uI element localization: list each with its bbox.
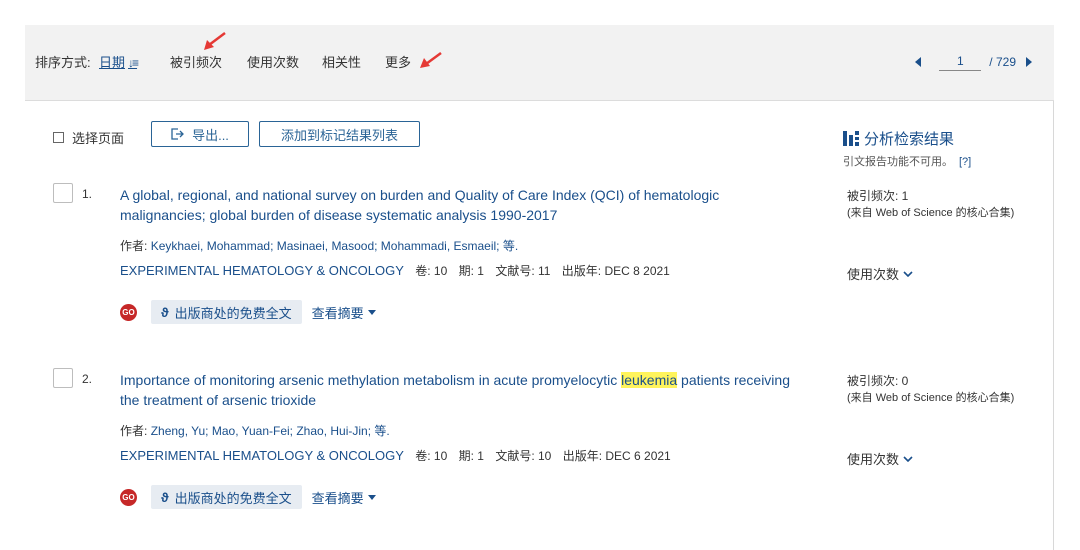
record-links: GO ϑ 出版商处的免费全文 查看摘要: [120, 300, 376, 324]
record-source: EXPERIMENTAL HEMATOLOGY & ONCOLOGY 卷: 10…: [120, 262, 670, 279]
export-label: 导出...: [192, 127, 229, 143]
results-panel: 排序方式: 日期 ↓≡ 被引频次 使用次数 相关性 更多 1 / 729 选择页面: [25, 25, 1054, 550]
view-abstract-link[interactable]: 查看摘要: [312, 303, 376, 322]
red-arrow-annotation: [204, 32, 226, 50]
issue: 期: 1: [458, 264, 484, 278]
export-icon: [171, 128, 184, 140]
free-full-text-button[interactable]: ϑ 出版商处的免费全文: [151, 300, 302, 324]
citation-report-note: 引文报告功能不可用。 [?]: [843, 153, 971, 169]
select-page-label: 选择页面: [72, 131, 125, 146]
publication-year: 出版年: DEC 6 2021: [562, 449, 671, 463]
record-checkbox[interactable]: [53, 368, 73, 388]
usage-count-label: 使用次数: [847, 452, 900, 467]
record-number: 2.: [82, 372, 93, 386]
pagination: 1 / 729: [915, 52, 1032, 72]
sort-option-relevance[interactable]: 相关性: [322, 52, 361, 71]
authors-names[interactable]: Keykhaei, Mohammad; Masinaei, Masood; Mo…: [151, 239, 518, 253]
usage-count-toggle[interactable]: 使用次数: [847, 449, 913, 468]
sort-option-date[interactable]: 日期 ↓≡: [99, 52, 139, 71]
record-authors: 作者: Zheng, Yu; Mao, Yuan-Fei; Zhao, Hui-…: [120, 422, 390, 439]
record-metrics: 被引频次: 0 (来自 Web of Science 的核心合集) 使用次数: [847, 372, 1017, 467]
usage-count-label: 使用次数: [847, 267, 900, 282]
journal-name[interactable]: EXPERIMENTAL HEMATOLOGY & ONCOLOGY: [120, 263, 404, 278]
record-item: 2. Importance of monitoring arsenic meth…: [25, 365, 1025, 535]
volume: 卷: 10: [415, 264, 448, 278]
citation-report-text: 引文报告功能不可用。: [843, 156, 953, 168]
article-number: 文献号: 10: [495, 449, 552, 463]
record-number: 1.: [82, 187, 93, 201]
sort-option-times-cited[interactable]: 被引频次: [170, 52, 222, 71]
sort-bar: 排序方式: 日期 ↓≡ 被引频次 使用次数 相关性 更多 1 / 729: [25, 25, 1054, 101]
record-checkbox[interactable]: [53, 183, 73, 203]
view-abstract-label: 查看摘要: [311, 490, 364, 506]
page-next-icon[interactable]: [1026, 57, 1032, 67]
sort-desc-icon: ↓≡: [128, 56, 139, 70]
analyze-results-title: 分析检索结果: [864, 131, 955, 148]
page-total: / 729: [989, 55, 1016, 69]
article-number: 文献号: 11: [495, 264, 551, 278]
free-full-text-label: 出版商处的免费全文: [174, 490, 292, 506]
record-item: 1. A global, regional, and national surv…: [25, 180, 1025, 350]
chevron-down-icon: [903, 455, 913, 462]
chevron-down-icon: [903, 270, 913, 277]
times-cited[interactable]: 被引频次: 1: [847, 187, 1017, 204]
usage-count-toggle[interactable]: 使用次数: [847, 264, 913, 283]
times-cited[interactable]: 被引频次: 0: [847, 372, 1017, 389]
open-access-icon: ϑ: [161, 489, 169, 505]
go-icon[interactable]: GO: [120, 488, 137, 506]
sort-option-usage[interactable]: 使用次数: [247, 52, 299, 71]
page-number-input[interactable]: 1: [939, 54, 982, 71]
help-link[interactable]: [?]: [959, 156, 971, 168]
journal-name[interactable]: EXPERIMENTAL HEMATOLOGY & ONCOLOGY: [120, 448, 404, 463]
times-cited-source: (来自 Web of Science 的核心合集): [847, 207, 1015, 219]
go-icon[interactable]: GO: [120, 303, 137, 321]
authors-label: 作者:: [120, 424, 148, 438]
authors-names[interactable]: Zheng, Yu; Mao, Yuan-Fei; Zhao, Hui-Jin;…: [151, 424, 390, 438]
authors-label: 作者:: [120, 239, 148, 253]
free-full-text-label: 出版商处的免费全文: [174, 305, 292, 321]
open-access-icon: ϑ: [161, 304, 169, 320]
page-prev-icon[interactable]: [915, 57, 922, 67]
bar-chart-icon: [843, 131, 859, 146]
record-links: GO ϑ 出版商处的免费全文 查看摘要: [120, 485, 376, 509]
record-source: EXPERIMENTAL HEMATOLOGY & ONCOLOGY 卷: 10…: [120, 447, 671, 464]
caret-down-icon: [367, 494, 376, 500]
add-to-marked-list-button[interactable]: 添加到标记结果列表: [259, 121, 420, 147]
free-full-text-button[interactable]: ϑ 出版商处的免费全文: [151, 485, 302, 509]
times-cited-source: (来自 Web of Science 的核心合集): [847, 392, 1015, 404]
view-abstract-label: 查看摘要: [311, 305, 364, 321]
select-page-checkbox[interactable]: 选择页面: [53, 128, 124, 147]
record-authors: 作者: Keykhaei, Mohammad; Masinaei, Masood…: [120, 237, 518, 254]
analyze-results: 分析检索结果 引文报告功能不可用。 [?]: [843, 128, 971, 169]
volume: 卷: 10: [415, 449, 448, 463]
record-title[interactable]: A global, regional, and national survey …: [120, 185, 800, 225]
record-title-part: Importance of monitoring arsenic methyla…: [120, 372, 622, 388]
results-toolbar: 选择页面 导出... 添加到标记结果列表: [25, 121, 825, 149]
search-term-highlight: leukemia: [621, 372, 678, 388]
record-metrics: 被引频次: 1 (来自 Web of Science 的核心合集) 使用次数: [847, 187, 1017, 282]
red-arrow-annotation: [420, 51, 442, 68]
export-button[interactable]: 导出...: [151, 121, 249, 147]
sort-label: 排序方式:: [35, 55, 91, 70]
record-title[interactable]: Importance of monitoring arsenic methyla…: [120, 370, 800, 410]
checkbox-box[interactable]: [53, 132, 64, 143]
analyze-results-link[interactable]: 分析检索结果: [843, 128, 971, 149]
sort-option-date-label: 日期: [99, 55, 126, 70]
caret-down-icon: [367, 309, 376, 315]
issue: 期: 1: [458, 449, 484, 463]
sort-option-more[interactable]: 更多: [385, 52, 411, 71]
view-abstract-link[interactable]: 查看摘要: [312, 488, 376, 507]
publication-year: 出版年: DEC 8 2021: [561, 264, 670, 278]
